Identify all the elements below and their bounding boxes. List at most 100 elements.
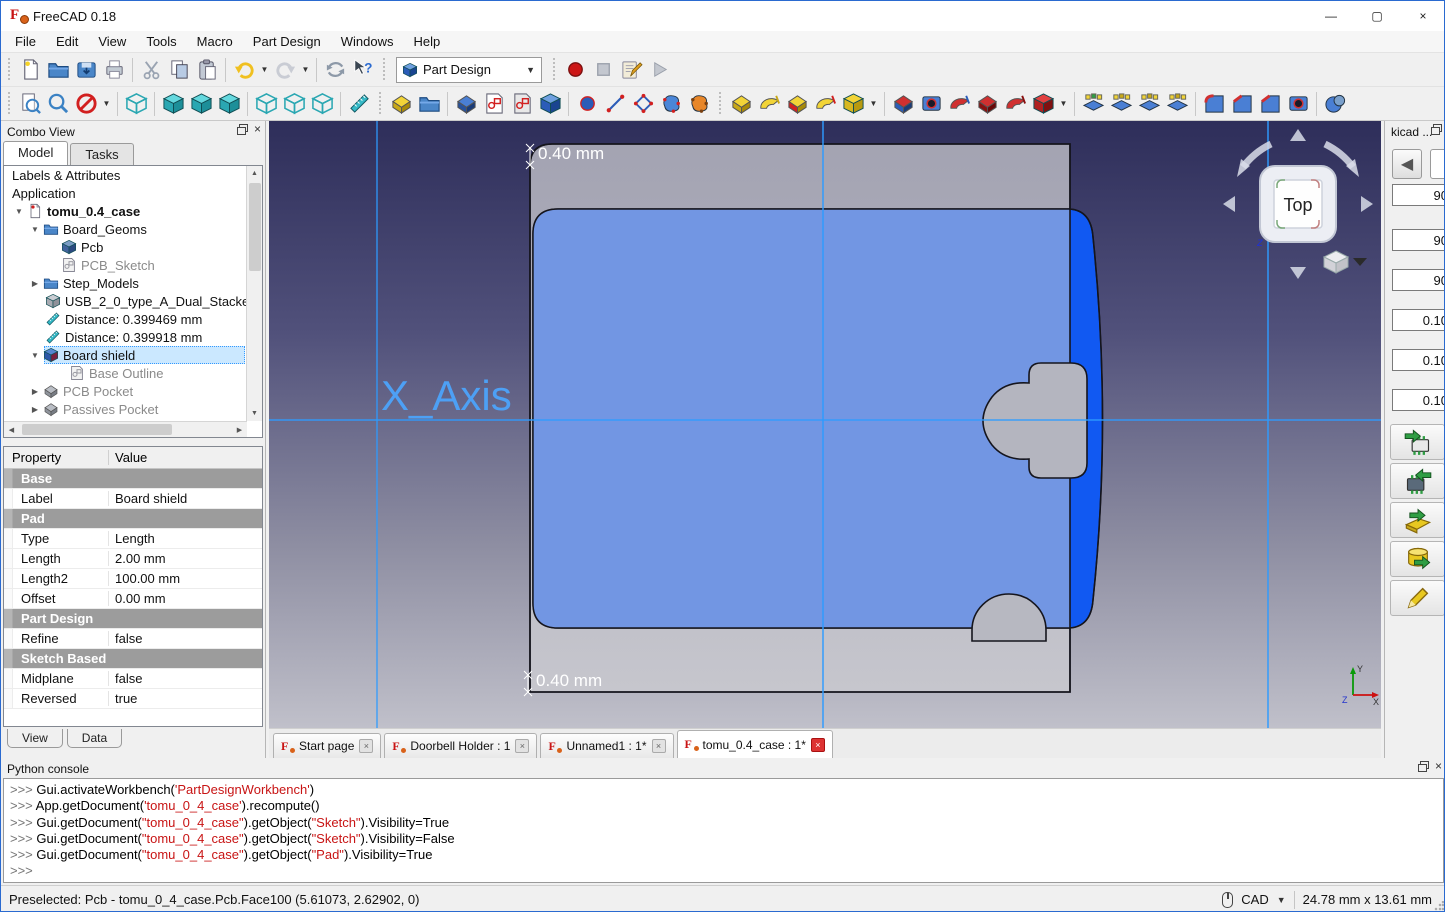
menu-view[interactable]: View (88, 31, 136, 52)
cut-icon[interactable] (138, 57, 164, 83)
menu-tools[interactable]: Tools (136, 31, 186, 52)
menu-part-design[interactable]: Part Design (243, 31, 331, 52)
kicad-blank-button[interactable] (1430, 149, 1444, 179)
nav-arrow-left-icon[interactable] (1223, 196, 1235, 212)
mirrored-icon[interactable] (1080, 91, 1106, 117)
property-group-pad[interactable]: Pad (4, 509, 262, 529)
rotation-y-field[interactable]: 90 (1392, 229, 1444, 251)
new-file-icon[interactable] (17, 57, 43, 83)
undo-icon[interactable] (231, 57, 257, 83)
nav-arrow-right-icon[interactable] (1361, 196, 1373, 212)
save-file-icon[interactable] (73, 57, 99, 83)
sketch-point-icon[interactable] (574, 91, 600, 117)
scroll-up-icon[interactable]: ▲ (247, 166, 262, 181)
tree-item-pcb[interactable]: Pcb (4, 238, 247, 256)
view-front-icon[interactable] (160, 91, 186, 117)
measure-distance-icon[interactable] (346, 91, 372, 117)
create-body-icon[interactable] (453, 91, 479, 117)
expander-icon[interactable]: ▶ (28, 387, 42, 396)
dock-close-icon[interactable]: × (254, 123, 261, 135)
rotation-z-field[interactable]: 90 (1392, 269, 1444, 291)
tab-close-icon[interactable]: × (359, 739, 374, 753)
tab-close-icon[interactable]: × (651, 739, 666, 753)
menu-windows[interactable]: Windows (331, 31, 404, 52)
tab-start-page[interactable]: F Start page × (273, 733, 382, 758)
workbench-selector[interactable]: Part Design ▼ (396, 56, 542, 83)
rotation-x-field[interactable]: 90 (1392, 184, 1444, 206)
kicad-load-board-button[interactable] (1390, 502, 1444, 538)
additive-pipe-icon[interactable] (812, 91, 838, 117)
whats-this-icon[interactable] (350, 57, 376, 83)
zoom-icon[interactable] (45, 91, 71, 117)
workbench-dropdown-icon[interactable]: ▼ (526, 65, 537, 75)
scrollbar-thumb[interactable] (22, 424, 172, 435)
view-rear-icon[interactable] (253, 91, 279, 117)
tab-close-icon[interactable]: × (810, 737, 825, 752)
tree-item-base-outline[interactable]: Base Outline (4, 364, 247, 382)
nav-style-dropdown-icon[interactable]: ▼ (1277, 895, 1286, 905)
expander-icon[interactable]: ▼ (28, 225, 42, 234)
tab-close-icon[interactable]: × (515, 739, 530, 753)
close-button[interactable]: × (1400, 1, 1444, 31)
subtractive-pipe-icon[interactable] (974, 91, 1000, 117)
open-file-icon[interactable] (45, 57, 71, 83)
tree-item-pcb-pocket[interactable]: ▶ PCB Pocket (4, 382, 247, 400)
tree-item-passives-pocket[interactable]: ▶ Passives Pocket (4, 400, 247, 418)
map-sketch-icon[interactable] (537, 91, 563, 117)
property-group-base[interactable]: Base (4, 469, 262, 489)
copy-icon[interactable] (166, 57, 192, 83)
tab-tomu-case[interactable]: F tomu_0.4_case : 1* × (676, 730, 833, 758)
additive-loft-icon[interactable] (784, 91, 810, 117)
kicad-edit-button[interactable] (1390, 580, 1444, 616)
rotate-cw-arrow-icon[interactable] (1323, 140, 1356, 170)
fillet-icon[interactable] (1201, 91, 1227, 117)
draw-style-dropdown-icon[interactable]: ▼ (101, 91, 112, 117)
tab-view[interactable]: View (7, 729, 63, 748)
toolbar-handle[interactable] (6, 57, 12, 82)
groove-icon[interactable] (946, 91, 972, 117)
create-sketch-icon[interactable] (481, 91, 507, 117)
offset-x-field[interactable]: 0.10 (1392, 309, 1444, 331)
view-top-icon[interactable] (188, 91, 214, 117)
toolbar-handle[interactable] (381, 57, 387, 82)
print-icon[interactable] (101, 57, 127, 83)
sketch-face-icon[interactable] (686, 91, 712, 117)
tree-item-document[interactable]: ▼ tomu_0.4_case (4, 202, 247, 220)
property-row-refine[interactable]: Refine false (4, 629, 262, 649)
menu-macro[interactable]: Macro (187, 31, 243, 52)
scroll-down-icon[interactable]: ▼ (247, 406, 262, 421)
menu-help[interactable]: Help (403, 31, 450, 52)
subtractive-primitive-dropdown-icon[interactable]: ▼ (1058, 91, 1069, 117)
tree-item-usb-jack[interactable]: USB_2_0_type_A_Dual_Stacked_jac (4, 292, 247, 310)
kicad-export-model-button[interactable] (1390, 463, 1444, 499)
tab-tasks[interactable]: Tasks (70, 143, 134, 165)
toolbar-handle[interactable] (377, 91, 383, 116)
property-row-midplane[interactable]: Midplane false (4, 669, 262, 689)
property-row-offset[interactable]: Offset 0.00 mm (4, 589, 262, 609)
tree-item-distance-1[interactable]: Distance: 0.399469 mm (4, 310, 247, 328)
dock-float-icon[interactable] (1431, 124, 1442, 135)
kicad-load-footprint-button[interactable] (1390, 424, 1444, 460)
redo-dropdown-icon[interactable]: ▼ (300, 57, 311, 83)
polar-pattern-icon[interactable] (1136, 91, 1162, 117)
sketch-line-icon[interactable] (602, 91, 628, 117)
rotate-ccw-arrow-icon[interactable] (1240, 140, 1273, 170)
property-row-reversed[interactable]: Reversed true (4, 689, 262, 709)
scrollbar-thumb[interactable] (249, 183, 261, 271)
python-console-output[interactable]: >>> Gui.activateWorkbench('PartDesignWor… (3, 778, 1444, 883)
property-row-type[interactable]: Type Length (4, 529, 262, 549)
view-left-icon[interactable] (309, 91, 335, 117)
edit-sketch-icon[interactable] (509, 91, 535, 117)
chamfer-icon[interactable] (1229, 91, 1255, 117)
thickness-icon[interactable] (1285, 91, 1311, 117)
linear-pattern-icon[interactable] (1108, 91, 1134, 117)
revolution-icon[interactable] (756, 91, 782, 117)
tree-root-application[interactable]: Application (4, 184, 247, 202)
menu-file[interactable]: File (5, 31, 46, 52)
boolean-icon[interactable] (1322, 91, 1348, 117)
nav-arrow-up-icon[interactable] (1290, 129, 1306, 141)
create-part-icon[interactable] (388, 91, 414, 117)
tree-item-board-shield[interactable]: ▼ Board shield (4, 346, 247, 364)
tree-horizontal-scrollbar[interactable]: ◀ ▶ (4, 421, 247, 437)
tab-doorbell-holder[interactable]: F Doorbell Holder : 1 × (384, 733, 538, 758)
